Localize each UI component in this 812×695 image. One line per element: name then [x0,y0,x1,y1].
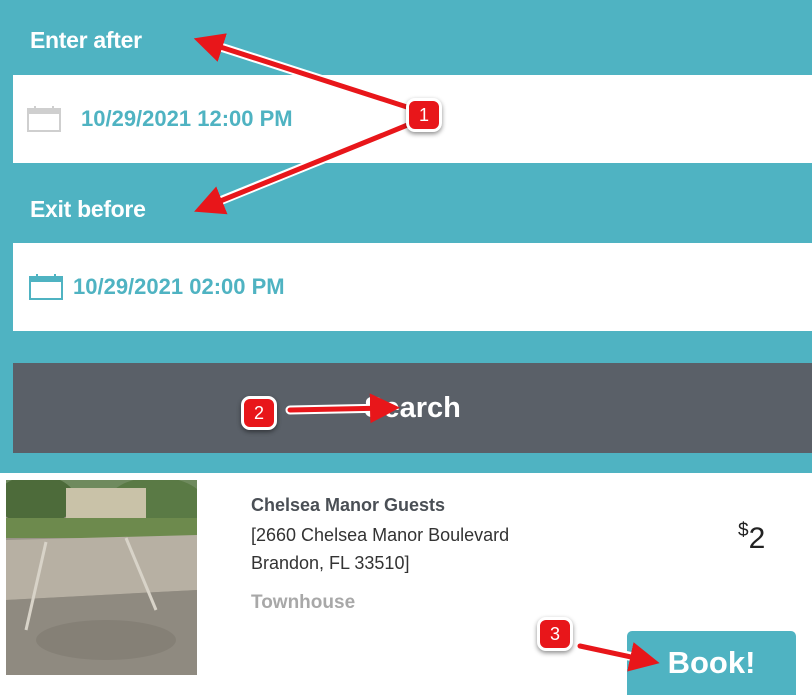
search-button[interactable]: Search [13,363,812,453]
listing-address: [2660 Chelsea Manor Boulevard Brandon, F… [251,521,581,577]
enter-after-value: 10/29/2021 12:00 PM [81,106,293,131]
annotation-badge-1: 1 [406,98,442,132]
exit-before-value: 10/29/2021 02:00 PM [73,274,285,299]
calendar-icon [29,274,63,300]
search-panel: Enter after 10/29/2021 12:00 PM Exit bef… [0,0,812,473]
listing-type: Townhouse [251,592,356,613]
exit-before-field[interactable]: 10/29/2021 02:00 PM [13,243,812,331]
exit-before-label: Exit before [30,196,146,222]
address-line-2: Brandon, FL 33510] [251,553,410,573]
price-value: 2 [748,522,766,555]
address-line-1: [2660 Chelsea Manor Boulevard [251,525,510,545]
annotation-badge-3: 3 [537,617,573,651]
listing-name[interactable]: Chelsea Manor Guests [251,495,445,516]
listing-photo [6,480,197,675]
price-currency: $ [738,520,749,541]
calendar-icon [27,106,61,132]
enter-after-label: Enter after [30,27,142,53]
annotation-badge-2: 2 [241,396,277,430]
listing-thumbnail[interactable] [6,480,197,675]
book-button[interactable]: Book! [627,631,796,695]
listing-price: $2 [738,520,766,556]
